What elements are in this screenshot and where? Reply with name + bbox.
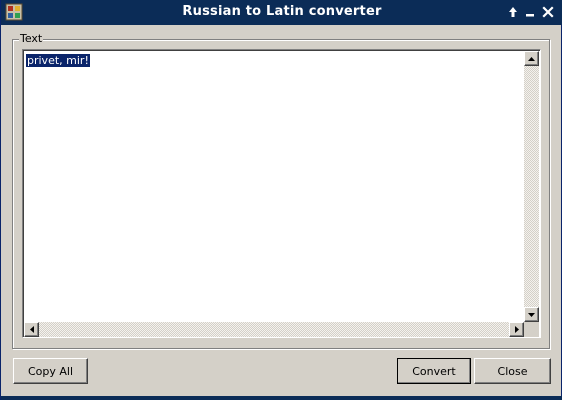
- vertical-scrollbar[interactable]: [524, 51, 539, 322]
- minimize-icon[interactable]: [521, 3, 539, 21]
- scroll-right-button[interactable]: [509, 322, 524, 337]
- arrow-right-icon: [514, 326, 519, 333]
- text-area[interactable]: [22, 49, 541, 338]
- arrow-up-icon: [528, 56, 535, 61]
- window-title: Russian to Latin converter: [182, 4, 382, 19]
- window-bottom-border: [1, 396, 562, 400]
- maximize-icon[interactable]: [504, 3, 522, 21]
- scroll-left-button[interactable]: [24, 322, 39, 337]
- selected-text[interactable]: privet, mir!: [26, 54, 90, 67]
- close-button[interactable]: Close: [474, 358, 551, 384]
- horizontal-scrollbar[interactable]: [24, 322, 524, 337]
- main-window: Russian to Latin converter Text privet, …: [0, 0, 562, 400]
- convert-button[interactable]: Convert: [397, 358, 471, 384]
- arrow-down-icon: [528, 312, 535, 317]
- scroll-corner: [524, 322, 539, 337]
- text-area-content[interactable]: privet, mir!: [26, 54, 90, 67]
- copy-all-button[interactable]: Copy All: [13, 358, 88, 384]
- scroll-down-button[interactable]: [524, 307, 539, 322]
- title-bar[interactable]: Russian to Latin converter: [1, 0, 562, 25]
- arrow-left-icon: [29, 326, 34, 333]
- close-icon[interactable]: [539, 3, 557, 21]
- group-label: Text: [19, 32, 44, 45]
- scroll-up-button[interactable]: [524, 51, 539, 66]
